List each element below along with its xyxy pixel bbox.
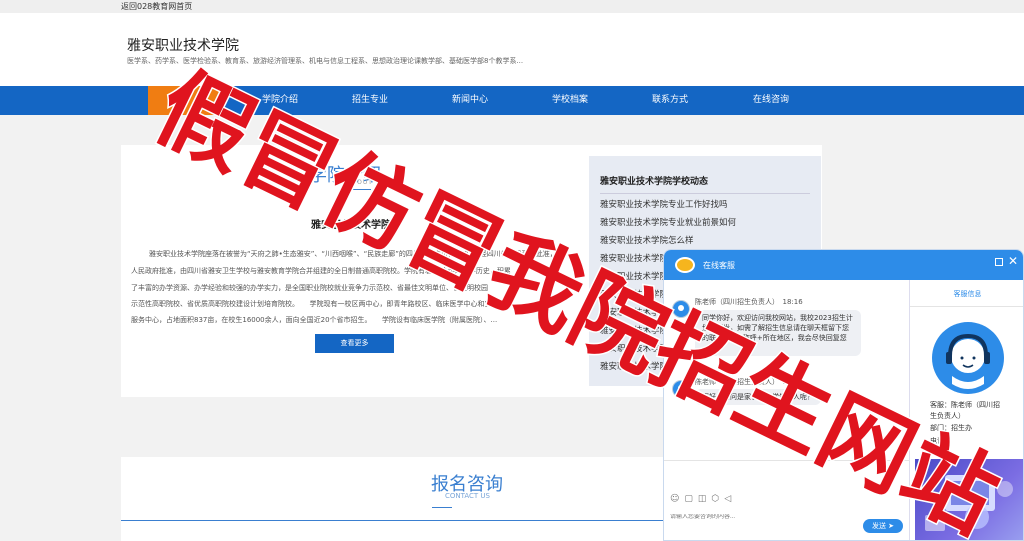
agent-department: 部门：招生办 (930, 424, 972, 432)
school-logo-icon (675, 257, 695, 273)
about-school-name: 雅安职业技术学院 (311, 220, 391, 231)
about-text-line: 服务中心，占地面积837亩，在校生16000余人，面向全国近20个省市招生。 学… (131, 316, 498, 324)
news-item[interactable]: 雅安职业技术学院专业就业前景如何 (600, 216, 736, 228)
site-description: 医学系、药学系、医学检验系、教育系、旅游经济管理系、机电与信息工程系、思想政治理… (127, 57, 524, 65)
maximize-icon[interactable] (995, 258, 1003, 266)
chat-toolbar[interactable]: ☺▢◫⬡◁ (670, 494, 736, 504)
news-item[interactable]: 雅安职业技术学院怎么样 (600, 234, 694, 246)
news-item[interactable]: 雅安职业技术学院 (600, 270, 668, 282)
agent-avatar-icon (932, 322, 1004, 394)
about-text-line: 了丰富的办学资源、办学经验和较强的办学实力，是全国职业院校就业竞争力示范校、省最… (131, 284, 488, 292)
about-underline (353, 189, 371, 190)
about-heading-en: ABOUT US (347, 179, 387, 186)
message-meta: 陈老师（四川招生负责人） 18:16 (695, 298, 803, 306)
topbar: 返回028教育网首页 (0, 0, 1024, 13)
chat-conversation: 陈老师（四川招生负责人） 18:16 同学你好，欢迎访问我校网站，我校2023招… (664, 280, 910, 540)
send-label: 发送 (871, 522, 886, 530)
tab-agent-info[interactable]: 客服信息 (910, 289, 1023, 299)
nav-item-news[interactable]: 新闻中心 (452, 86, 488, 115)
message-meta: 陈老师（四川招生负责人） 18:16 (695, 378, 803, 386)
close-icon[interactable]: ✕ (1008, 254, 1018, 268)
tab-divider (910, 306, 1023, 307)
chat-header: 在线客服 ✕ (664, 250, 1023, 280)
register-title-en: CONTACT US (445, 492, 490, 500)
view-more-button[interactable]: 查看更多 (315, 334, 394, 353)
agent-name-cont: 生负责人） (930, 412, 965, 420)
promo-banner (915, 459, 1023, 540)
nav-item-about[interactable]: 学院介绍 (262, 86, 298, 115)
news-item[interactable]: 雅安职业技术学院专业工作好找吗 (600, 198, 728, 210)
message-bubble: 您好，请问是家长还是学生本人呢？ (695, 389, 821, 405)
nav-item-online[interactable]: 在线咨询 (753, 86, 789, 115)
agent-avatar (672, 300, 690, 318)
about-text-line: 人民政府批准，由四川省雅安卫生学校与雅安教育学院合并组建的全日制普通高职院校。学… (131, 267, 511, 275)
about-text-line: 雅安职业技术学院座落在被誉为“天府之肺•生态雅安”、“川西咽喉”、“民族走廊”的… (149, 250, 557, 258)
news-item[interactable]: 雅安职业技术学院 (600, 252, 668, 264)
chat-window: 在线客服 ✕ 陈老师（四川招生负责人） 18:16 同学你好，欢迎访问我校网站，… (663, 249, 1024, 541)
news-item[interactable]: 雅安职业技术学院 (600, 324, 668, 336)
site-header: 雅安职业技术学院 医学系、药学系、医学检验系、教育系、旅游经济管理系、机电与信息… (0, 13, 1024, 86)
news-title: 雅安职业技术学院学校动态 (600, 177, 709, 187)
message-bubble: 同学你好，欢迎访问我校网站，我校2023招生计划已下发，如需了解招生信息请在聊天… (695, 310, 861, 356)
agent-avatar (672, 380, 690, 398)
nav-item-archive[interactable]: 学校档案 (552, 86, 588, 115)
site-title: 雅安职业技术学院 (127, 38, 239, 54)
agent-info-panel: 客服信息 客服：陈老师（四川招 生负责人） 部门：招生办 电话： (910, 280, 1023, 540)
news-divider (600, 193, 810, 194)
news-item[interactable]: 雅安职业技术学院 (600, 342, 668, 354)
send-button[interactable]: 发送 ➤ (863, 519, 903, 533)
nav-item-contact[interactable]: 联系方式 (652, 86, 688, 115)
chat-title: 在线客服 (703, 261, 735, 270)
register-underline (432, 507, 452, 508)
news-item[interactable]: 雅安职业技术学院 (600, 288, 668, 300)
main-nav: 学院介绍 招生专业 新闻中心 学校档案 联系方式 在线咨询 (0, 86, 1024, 115)
input-divider (664, 460, 910, 461)
nav-active-highlight (148, 86, 220, 115)
chat-message-input[interactable] (670, 514, 830, 520)
news-item[interactable]: 雅安职业技术学院 (600, 306, 668, 318)
home-link[interactable]: 返回028教育网首页 (121, 0, 192, 13)
news-item[interactable]: 雅安职业技术学院 (600, 360, 668, 372)
nav-item-majors[interactable]: 招生专业 (352, 86, 388, 115)
agent-phone: 电话： (930, 437, 951, 445)
agent-name: 客服：陈老师（四川招 (930, 401, 1000, 409)
about-text-line: 示范性高职院校、省优质高职院校建设计划培育院校。 学院现有一校区两中心，即青年路… (131, 300, 499, 308)
